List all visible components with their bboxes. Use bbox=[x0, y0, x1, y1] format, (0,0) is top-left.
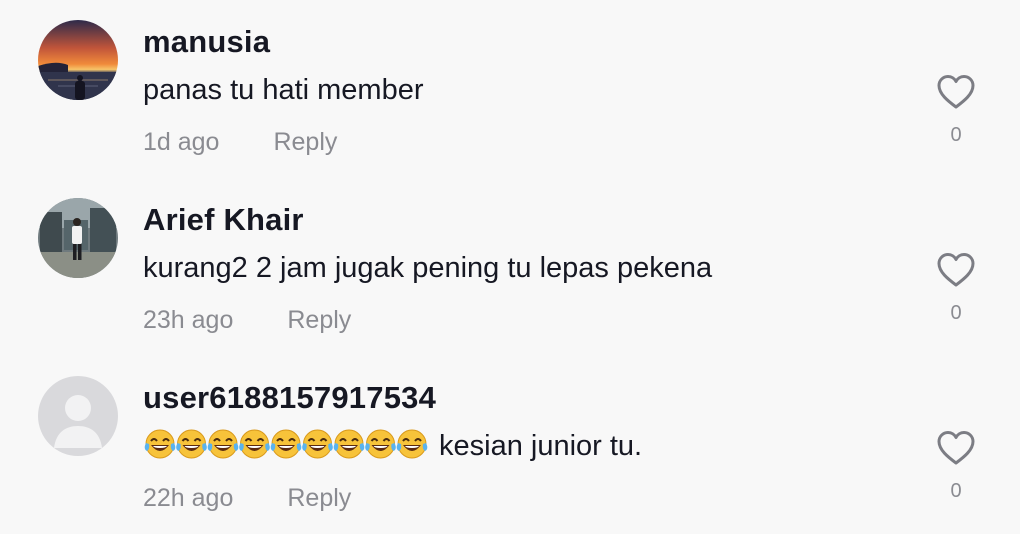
comment-text: kurang2 2 jam jugak pening tu lepas peke… bbox=[143, 250, 712, 286]
avatar[interactable] bbox=[38, 198, 118, 278]
heart-outline-icon bbox=[937, 253, 975, 287]
laughing-emoji-row bbox=[143, 428, 429, 460]
heart-outline-icon bbox=[937, 75, 975, 109]
comment-text: panas tu hati member bbox=[143, 72, 423, 108]
comment-meta: 23h ago Reply bbox=[143, 306, 351, 335]
tears-of-joy-emoji-icon bbox=[143, 429, 429, 459]
comment-text-body: kurang2 2 jam jugak pening tu lepas peke… bbox=[143, 252, 713, 284]
like-button[interactable] bbox=[934, 70, 978, 114]
comment-text-body: kesian junior tu. bbox=[439, 430, 643, 462]
reply-button[interactable]: Reply bbox=[273, 128, 337, 156]
comment-meta: 1d ago Reply bbox=[143, 128, 337, 157]
comment-item: user6188157917534 kesian junior tu. 22h … bbox=[0, 356, 1020, 534]
user-silhouette-icon bbox=[38, 376, 118, 456]
username[interactable]: user6188157917534 bbox=[143, 380, 436, 416]
comment-list: manusia panas tu hati member 1d ago Reply… bbox=[0, 0, 1020, 530]
username[interactable]: manusia bbox=[143, 24, 270, 60]
reply-button[interactable]: Reply bbox=[287, 484, 351, 512]
like-button[interactable] bbox=[934, 426, 978, 470]
reply-button[interactable]: Reply bbox=[287, 306, 351, 334]
like-count: 0 bbox=[950, 124, 962, 146]
sunset-photo-avatar bbox=[38, 20, 118, 100]
comment-meta: 22h ago Reply bbox=[143, 484, 351, 513]
username[interactable]: Arief Khair bbox=[143, 202, 304, 238]
person-photo-avatar bbox=[38, 198, 118, 278]
like-count: 0 bbox=[950, 302, 962, 324]
comment-text: kesian junior tu. bbox=[143, 428, 642, 464]
heart-outline-icon bbox=[937, 431, 975, 465]
comment-text-body: panas tu hati member bbox=[143, 74, 424, 106]
avatar[interactable] bbox=[38, 20, 118, 100]
timestamp: 22h ago bbox=[143, 484, 234, 512]
like-button[interactable] bbox=[934, 248, 978, 292]
comment-item: Arief Khair kurang2 2 jam jugak pening t… bbox=[0, 178, 1020, 356]
timestamp: 23h ago bbox=[143, 306, 234, 334]
avatar[interactable] bbox=[38, 376, 118, 456]
like-count: 0 bbox=[950, 480, 962, 502]
timestamp: 1d ago bbox=[143, 128, 220, 156]
comment-item: manusia panas tu hati member 1d ago Reply… bbox=[0, 0, 1020, 178]
